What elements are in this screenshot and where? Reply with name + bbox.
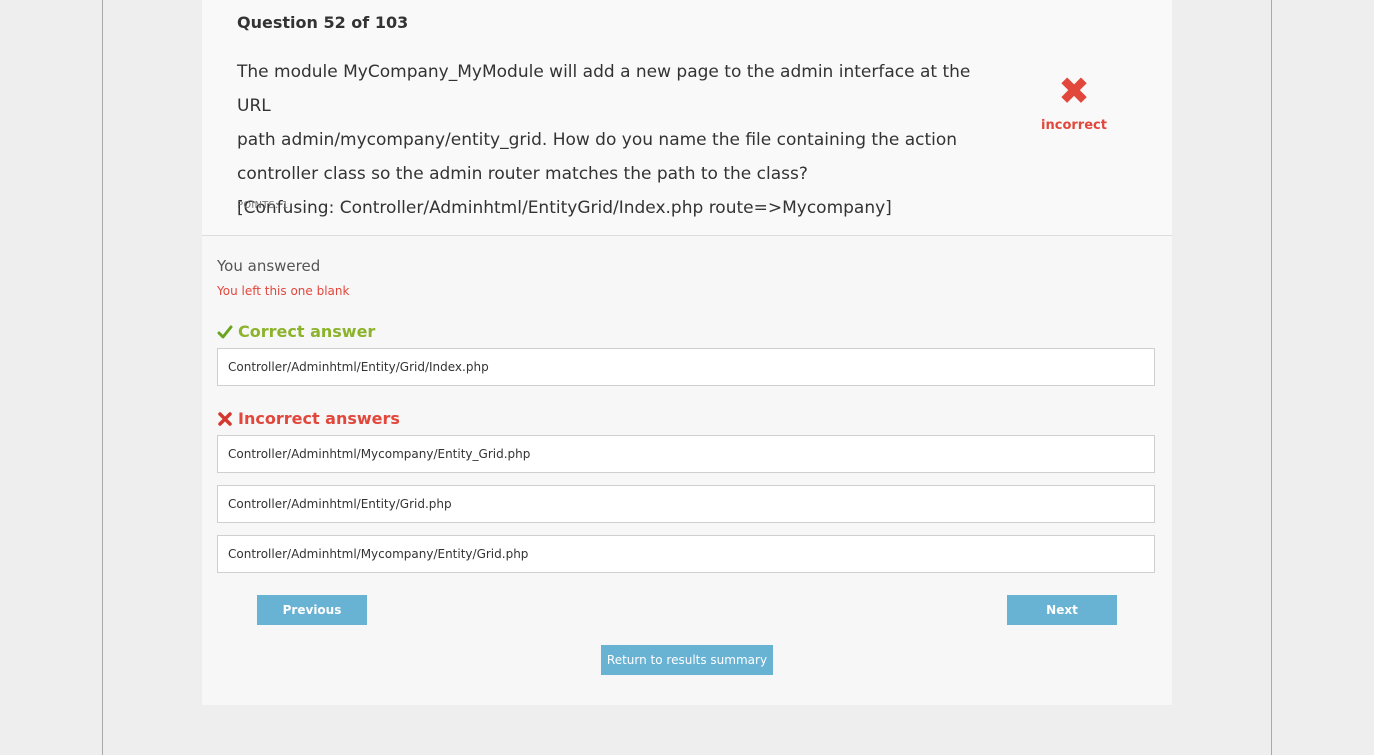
result-status: ✖ incorrect (1024, 70, 1124, 133)
correct-answer-heading-label: Correct answer (238, 322, 376, 341)
question-text: The module MyCompany_MyModule will add a… (237, 55, 977, 225)
incorrect-answers-heading: Incorrect answers (217, 409, 400, 428)
question-number: Question 52 of 103 (237, 13, 409, 32)
correct-answer-option: Controller/Adminhtml/Entity/Grid/Index.p… (217, 348, 1155, 386)
incorrect-x-icon: ✖ (1058, 69, 1090, 113)
status-label: incorrect (1041, 118, 1107, 133)
question-text-line: path admin/mycompany/entity_grid. How do… (237, 130, 958, 150)
previous-button[interactable]: Previous (257, 595, 367, 625)
incorrect-answer-option: Controller/Adminhtml/Mycompany/Entity_Gr… (217, 435, 1155, 473)
correct-answer-heading: Correct answer (217, 322, 375, 341)
you-answered-value: You left this one blank (217, 284, 350, 298)
incorrect-answers-heading-label: Incorrect answers (238, 409, 400, 428)
return-to-summary-button[interactable]: Return to results summary (601, 645, 773, 675)
checkmark-icon (217, 324, 233, 340)
question-text-line: controller class so the admin router mat… (237, 164, 808, 184)
question-review-panel: Question 52 of 103 The module MyCompany_… (202, 0, 1172, 705)
question-header: Question 52 of 103 The module MyCompany_… (202, 0, 1172, 236)
cross-icon (217, 411, 233, 427)
next-button[interactable]: Next (1007, 595, 1117, 625)
points-label: POINTS: 1 (237, 200, 289, 211)
you-answered-heading: You answered (217, 257, 321, 275)
incorrect-answer-option: Controller/Adminhtml/Entity/Grid.php (217, 485, 1155, 523)
question-text-line: The module MyCompany_MyModule will add a… (237, 62, 971, 116)
incorrect-answer-option: Controller/Adminhtml/Mycompany/Entity/Gr… (217, 535, 1155, 573)
question-text-line: [Confusing: Controller/Adminhtml/EntityG… (237, 198, 892, 218)
